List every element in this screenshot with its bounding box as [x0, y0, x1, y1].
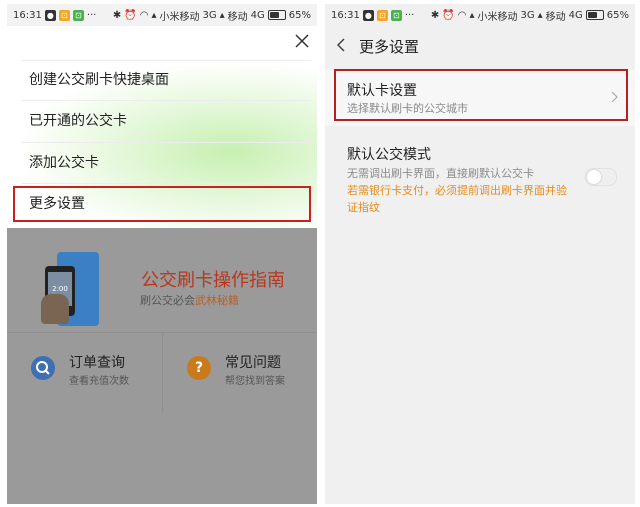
status-time: 16:31 — [331, 9, 360, 21]
battery-percent: 65% — [288, 9, 311, 21]
guide-subtitle: 刷公交必会武林秘籍 — [140, 292, 239, 308]
menu-item-opened-cards[interactable]: 已开通的公交卡 — [29, 102, 309, 140]
carrier1-label: 小米移动 — [477, 11, 518, 23]
qq-icon: ● — [362, 9, 374, 21]
bus-mode-toggle[interactable] — [585, 168, 617, 186]
guide-subtitle-highlight: 武林秘籍 — [195, 294, 239, 307]
bluetooth-icon: ✱ — [112, 9, 122, 21]
status-time: 16:31 — [13, 9, 42, 21]
signal-icon-2: ▴ — [219, 9, 225, 21]
bluetooth-icon: ✱ — [430, 9, 440, 21]
carrier2-label: 移动 — [227, 11, 248, 23]
battery-icon — [585, 10, 604, 20]
hand-illustration — [41, 294, 69, 324]
wifi-icon: ◠ — [139, 9, 149, 21]
toggle-knob — [587, 170, 601, 184]
app-notification-icon-2: ⊡ — [390, 9, 402, 21]
battery-icon — [267, 10, 286, 20]
search-icon — [31, 356, 55, 380]
status-bar: 16:31 ● ⊡ ⊡ ··· ✱ ⏰ ◠ ▴ 小米移动 3G ▴ 移动 4G … — [7, 4, 317, 26]
faq-title[interactable]: 常见问题 — [225, 352, 281, 372]
network2-label: 4G — [568, 9, 583, 21]
alarm-icon: ⏰ — [442, 9, 455, 21]
more-notifications-icon: ··· — [404, 9, 415, 21]
bus-mode-warning: 若需银行卡支付，必须提前调出刷卡界面并验证指纹 — [347, 184, 567, 214]
menu-item-add-card[interactable]: 添加公交卡 — [29, 144, 309, 182]
left-screen: 16:31 ● ⊡ ⊡ ··· ✱ ⏰ ◠ ▴ 小米移动 3G ▴ 移动 4G … — [7, 4, 317, 504]
carrier1-label: 小米移动 — [159, 11, 200, 23]
alarm-icon: ⏰ — [124, 9, 137, 21]
status-right: ✱ ⏰ ◠ ▴ 小米移动 3G ▴ 移动 4G 65% — [431, 8, 629, 23]
status-bar: 16:31 ● ⊡ ⊡ ··· ✱ ⏰ ◠ ▴ 小米移动 3G ▴ 移动 4G … — [325, 4, 635, 26]
carrier2-label: 移动 — [545, 11, 566, 23]
close-icon[interactable] — [295, 34, 309, 48]
right-screen: 16:31 ● ⊡ ⊡ ··· ✱ ⏰ ◠ ▴ 小米移动 3G ▴ 移动 4G … — [325, 4, 635, 504]
signal-icon-2: ▴ — [537, 9, 543, 21]
divider — [21, 142, 311, 143]
guide-title[interactable]: 公交刷卡操作指南 — [141, 266, 285, 292]
bus-mode-title: 默认公交模式 — [347, 147, 431, 163]
more-notifications-icon: ··· — [86, 9, 97, 21]
divider — [21, 100, 311, 101]
divider — [21, 183, 311, 184]
status-right: ✱ ⏰ ◠ ▴ 小米移动 3G ▴ 移动 4G 65% — [113, 8, 311, 23]
page-title: 更多设置 — [359, 38, 420, 56]
menu-item-create-shortcut[interactable]: 创建公交刷卡快捷桌面 — [29, 61, 309, 99]
signal-icon: ▴ — [151, 9, 157, 21]
back-arrow-icon[interactable] — [335, 38, 347, 52]
order-query-title[interactable]: 订单查询 — [69, 352, 125, 372]
order-query-subtitle: 查看充值次数 — [69, 376, 129, 387]
app-notification-icon-2: ⊡ — [72, 9, 84, 21]
highlight-box-more-settings — [13, 186, 311, 222]
question-icon: ? — [187, 356, 211, 380]
wifi-icon: ◠ — [457, 9, 467, 21]
highlight-box-default-card — [334, 69, 628, 121]
network1-label: 3G — [520, 9, 535, 21]
app-notification-icon: ⊡ — [376, 9, 388, 21]
battery-percent: 65% — [606, 9, 629, 21]
bus-mode-description: 无需调出刷卡界面，直接刷默认公交卡 — [347, 167, 534, 180]
qq-icon: ● — [44, 9, 56, 21]
app-notification-icon: ⊡ — [58, 9, 70, 21]
divider — [162, 333, 163, 413]
signal-icon: ▴ — [469, 9, 475, 21]
network2-label: 4G — [250, 9, 265, 21]
network1-label: 3G — [202, 9, 217, 21]
nav-bar: 更多设置 — [325, 26, 635, 66]
guide-subtitle-prefix: 刷公交必会 — [140, 294, 195, 307]
faq-subtitle: 帮您找到答案 — [225, 376, 285, 387]
